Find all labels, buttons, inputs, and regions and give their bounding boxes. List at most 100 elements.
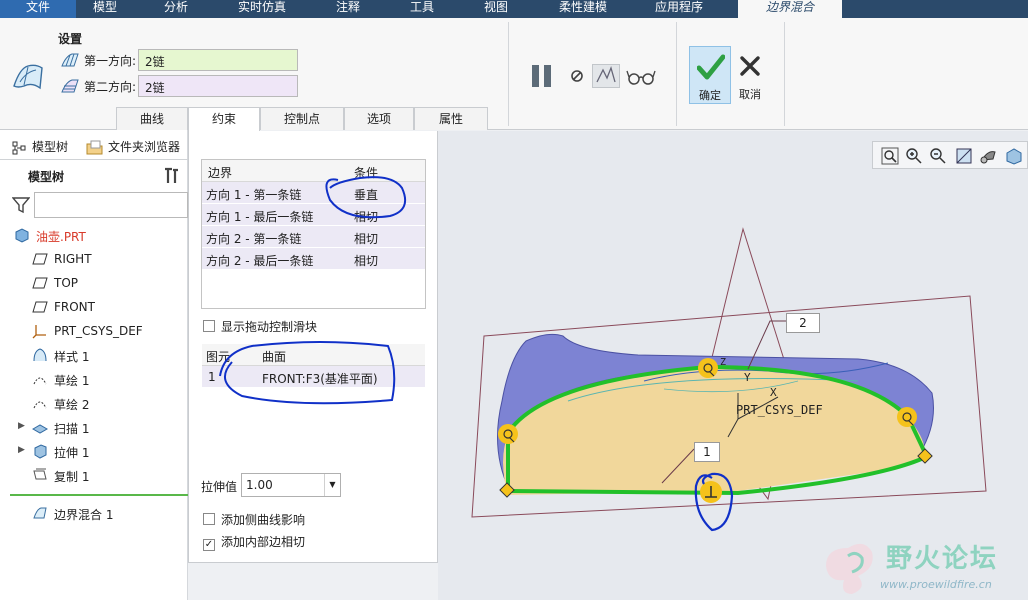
display-style-icon[interactable]: [1005, 147, 1023, 165]
csys-icon: [32, 325, 46, 339]
tangent-marker[interactable]: [698, 358, 718, 378]
tab-model-tree-label: 模型树: [32, 140, 69, 154]
verify-glasses-icon[interactable]: [626, 62, 656, 90]
tab-realtime-simulation[interactable]: 实时仿真: [226, 0, 298, 18]
tab-options[interactable]: 选项: [344, 107, 414, 130]
tab-folder-browser[interactable]: 文件夹浏览器: [86, 138, 180, 156]
row-surface[interactable]: FRONT:F3(基准平面): [262, 370, 378, 387]
expand-arrow-icon[interactable]: ▶: [18, 445, 25, 455]
tab-curves[interactable]: 曲线: [116, 107, 188, 130]
tree-item-label: PRT_CSYS_DEF: [54, 324, 143, 338]
repaint-icon[interactable]: [955, 147, 973, 165]
boundary-blend-icon: [13, 64, 43, 90]
insert-indicator: [10, 494, 188, 496]
datum-plane-icon: [32, 277, 48, 289]
tab-model[interactable]: 模型: [76, 0, 134, 18]
tree-item-label: 样式 1: [54, 350, 90, 364]
tab-view[interactable]: 视图: [466, 0, 526, 18]
view-toolbar: [872, 141, 1028, 169]
zoom-out-icon[interactable]: [929, 147, 947, 165]
ribbon-separator: [784, 22, 785, 126]
stretch-value: 1.00: [246, 478, 273, 492]
show-drag-handles-row[interactable]: 显示拖动控制滑块: [203, 318, 317, 335]
tab-file[interactable]: 文件: [0, 0, 76, 18]
tree-item-label: TOP: [54, 276, 79, 290]
callout-1[interactable]: 1: [694, 442, 720, 462]
first-direction-field[interactable]: 2链: [138, 49, 298, 71]
sketch-icon: [33, 377, 47, 385]
first-direction-icon: [61, 53, 79, 67]
datum-plane-icon: [32, 253, 48, 265]
stretch-label: 拉伸值: [201, 480, 238, 494]
second-direction-label: 第二方向:: [84, 80, 137, 94]
table-row[interactable]: 方向 2 - 第一条链 相切: [202, 226, 425, 248]
close-icon: [740, 56, 760, 76]
row-condition[interactable]: 相切: [354, 208, 378, 225]
tab-analysis[interactable]: 分析: [146, 0, 206, 18]
tree-item-label: 草绘 2: [54, 398, 90, 412]
row-boundary: 方向 1 - 最后一条链: [206, 210, 314, 224]
table-row[interactable]: 方向 1 - 第一条链 垂直: [202, 182, 425, 204]
col-element: 图元: [206, 350, 231, 364]
sketch-icon: [33, 401, 47, 409]
tab-flexible-modeling[interactable]: 柔性建模: [544, 0, 622, 18]
style-icon: [33, 348, 47, 362]
geometry-preview-icon[interactable]: [592, 62, 620, 90]
no-preview-icon[interactable]: [568, 62, 586, 90]
ok-button[interactable]: 确定: [689, 46, 731, 104]
ok-label: 确定: [699, 89, 721, 102]
stretch-value-combo[interactable]: 1.00 ▼: [241, 473, 341, 497]
tab-properties[interactable]: 属性: [414, 107, 488, 130]
row-boundary: 方向 1 - 第一条链: [206, 188, 302, 202]
tab-constraints[interactable]: 约束: [188, 107, 260, 131]
tab-control-points[interactable]: 控制点: [260, 107, 344, 130]
add-side-curve-checkbox[interactable]: [203, 513, 215, 525]
surface-table: 图元 曲面 1 FRONT:F3(基准平面): [201, 343, 426, 468]
saved-orientations-icon[interactable]: [979, 147, 997, 165]
watermark-url: www.proewildfire.cn: [880, 578, 992, 591]
zoom-in-icon[interactable]: [905, 147, 923, 165]
tree-item-label: 边界混合 1: [54, 508, 114, 522]
tab-applications[interactable]: 应用程序: [640, 0, 718, 18]
expand-arrow-icon[interactable]: ▶: [18, 421, 25, 431]
tree-item-label: 扫描 1: [54, 422, 90, 436]
table-header: 图元 曲面: [202, 344, 425, 366]
col-surface: 曲面: [262, 350, 287, 364]
row-condition[interactable]: 垂直: [354, 186, 378, 203]
tangent-marker[interactable]: [498, 424, 518, 444]
row-element: 1: [208, 370, 216, 384]
part-icon: [15, 228, 29, 243]
second-direction-field[interactable]: 2链: [138, 75, 298, 97]
row-condition[interactable]: 相切: [354, 252, 378, 269]
callout-2[interactable]: 2: [786, 313, 820, 333]
table-row[interactable]: 方向 2 - 最后一条链 相切: [202, 248, 425, 270]
table-row[interactable]: 方向 1 - 最后一条链 相切: [202, 204, 425, 226]
tree-settings-icon[interactable]: [162, 166, 182, 186]
axis-y-label: Y: [744, 371, 751, 384]
graphics-viewport[interactable]: PRT_CSYS_DEF X Y Z 1 2: [438, 131, 1028, 600]
first-direction-label: 第一方向:: [84, 54, 137, 68]
cancel-label: 取消: [739, 88, 761, 101]
axis-x-label: X: [770, 386, 777, 399]
folder-browser-icon: [86, 140, 103, 154]
extrude-icon: [34, 444, 47, 459]
tree-filter-input[interactable]: [34, 192, 188, 218]
constraints-table: 边界 条件 方向 1 - 第一条链 垂直 方向 1 - 最后一条链 相切 方向 …: [201, 159, 426, 309]
cancel-button[interactable]: 取消: [729, 46, 771, 104]
tab-boundary-blend[interactable]: 边界混合: [738, 0, 842, 18]
col-boundary: 边界: [208, 166, 233, 180]
row-condition[interactable]: 相切: [354, 230, 378, 247]
tangent-marker[interactable]: [897, 407, 917, 427]
zoom-fit-icon[interactable]: [881, 147, 899, 165]
show-drag-handles-checkbox[interactable]: [203, 320, 215, 332]
add-inner-tangent-row[interactable]: ✓ 添加内部边相切: [203, 533, 305, 551]
filter-icon[interactable]: [12, 196, 30, 214]
tab-annotation[interactable]: 注释: [318, 0, 378, 18]
chevron-down-icon[interactable]: ▼: [324, 474, 340, 496]
pause-icon[interactable]: [530, 62, 554, 90]
table-row[interactable]: 1 FRONT:F3(基准平面): [202, 366, 425, 388]
tab-tools[interactable]: 工具: [392, 0, 452, 18]
add-side-curve-row[interactable]: 添加侧曲线影响: [203, 511, 305, 528]
add-inner-tangent-checkbox[interactable]: ✓: [203, 539, 215, 551]
tab-model-tree[interactable]: 模型树: [12, 138, 68, 155]
